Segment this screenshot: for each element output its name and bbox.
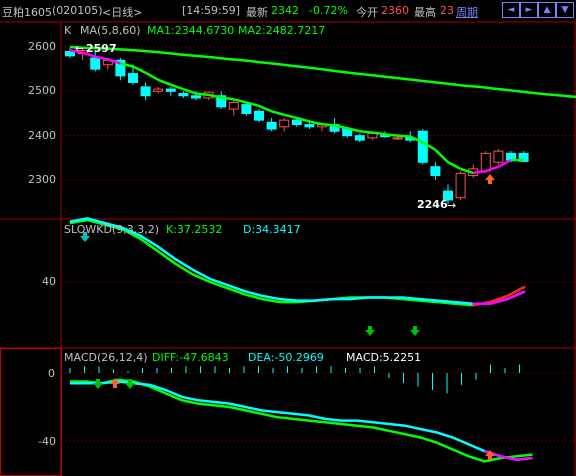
candle-body [241, 104, 252, 114]
macd-value-label: MACD:5.2251 [346, 351, 422, 364]
ma1-segment [384, 133, 398, 137]
ma1-segment [309, 120, 323, 126]
down-arrow-icon [93, 379, 103, 389]
ma1-segment [195, 92, 209, 97]
candle-body [90, 57, 101, 70]
candle-body [480, 152, 491, 172]
ma2-label: MA2:2482.7217 [238, 24, 326, 37]
candle-body [228, 101, 239, 110]
ma1-segment [321, 122, 335, 127]
candles [65, 48, 529, 204]
ma1-segment [283, 113, 298, 120]
y-tick-2500: 2500 [28, 84, 56, 97]
candle-body [178, 93, 189, 97]
high-marker: 2597 [86, 42, 117, 55]
macd-dea-label: DEA:-50.2969 [248, 351, 324, 364]
kd-title: SLOWKD(9,3,3,2) [64, 223, 160, 236]
macd-diff-label: DIFF:-47.6843 [152, 351, 229, 364]
ma1-label: MA1:2344.6730 [147, 24, 235, 37]
candle-body [279, 119, 290, 128]
ma1-segment [434, 148, 449, 164]
candle-body [417, 130, 428, 163]
kd-d-rising [472, 290, 526, 305]
ma1-segment [473, 169, 486, 175]
candle-body [455, 172, 466, 199]
kd-d-label: D:34.3417 [243, 223, 301, 236]
low-marker: 2246 [417, 198, 448, 211]
ma1-segment [157, 78, 172, 86]
candle-body [254, 110, 264, 121]
candle-body [128, 73, 138, 83]
candle-body [304, 124, 315, 128]
ma1-segment [144, 71, 159, 81]
low-pointer-icon: → [447, 199, 456, 212]
macd-diff-line [70, 378, 533, 463]
ma1-segment [372, 131, 386, 136]
candle-body [165, 88, 176, 92]
high-pointer-icon: ← [75, 42, 84, 55]
ma1-segment [221, 96, 234, 101]
ma1-segment [397, 134, 411, 138]
candle-body [493, 150, 504, 163]
down-arrow-icon [365, 326, 375, 336]
ma1-segment [359, 129, 373, 134]
candle-body [266, 121, 277, 130]
candle-body [430, 166, 441, 177]
candle-body [191, 95, 201, 99]
ma1-segment [258, 104, 273, 113]
ma1-segment [132, 65, 147, 74]
kline-title: K [64, 24, 72, 37]
candle-body [153, 88, 164, 92]
down-arrow-icon [410, 326, 420, 336]
markers: →← [75, 42, 495, 460]
kd-k-label: K:37.2532 [166, 223, 223, 236]
y-tick-2300: 2300 [28, 173, 56, 186]
candle-body [140, 86, 151, 97]
y-tick-2400: 2400 [28, 129, 56, 142]
candle-body [291, 119, 302, 126]
candle-body [392, 137, 403, 140]
macd-y-tick-0: 0 [48, 367, 55, 380]
macd-group [69, 364, 533, 463]
up-arrow-icon [485, 174, 495, 184]
y-tick-2600: 2600 [28, 40, 56, 53]
macd-title: MACD(26,12,4) [64, 351, 148, 364]
chart-canvas[interactable]: →← [0, 0, 576, 476]
ma1-segment [447, 161, 462, 171]
ma1-segment [271, 110, 285, 117]
macd-y-tick-neg40: -40 [38, 435, 56, 448]
kd-y-tick-40: 40 [42, 275, 56, 288]
candle-body [354, 135, 365, 141]
ma-label: MA(5,8,60) [80, 24, 141, 37]
ma1-segment [170, 83, 184, 91]
